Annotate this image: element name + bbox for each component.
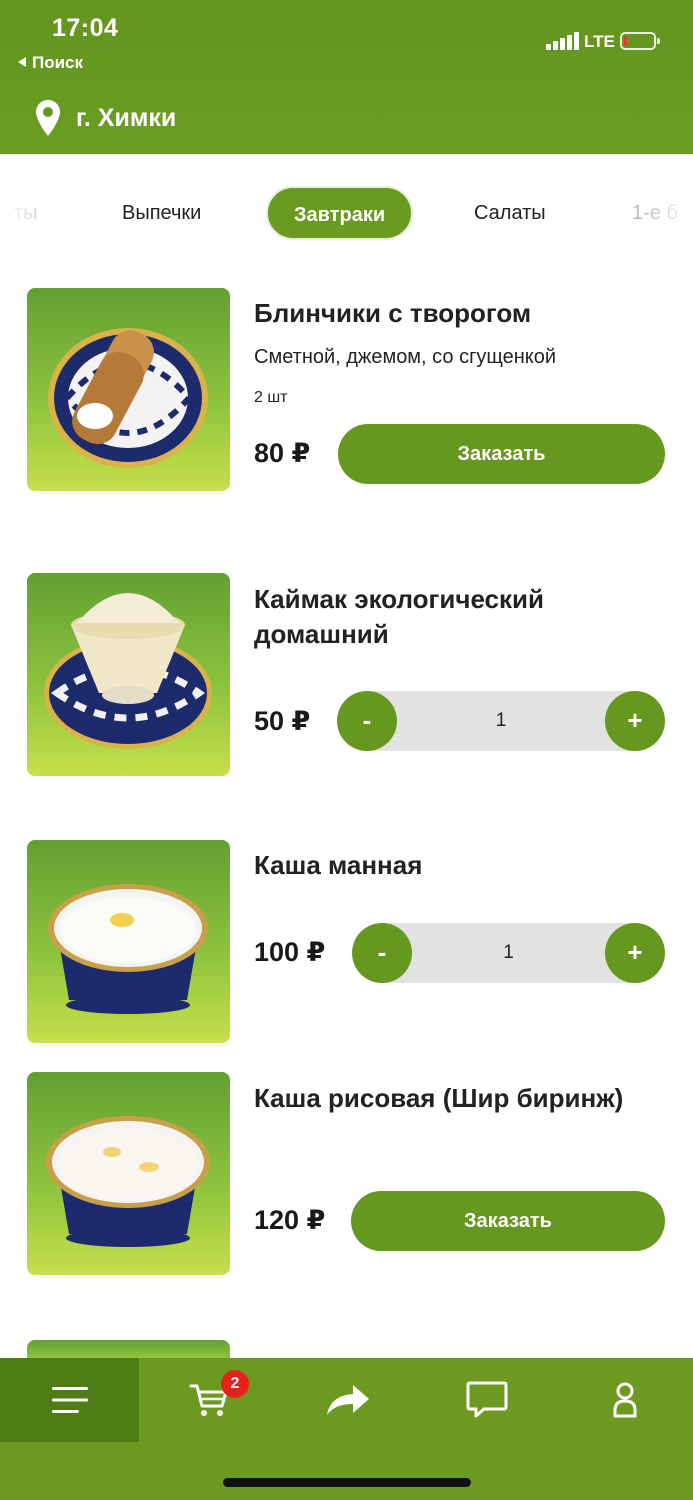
product-price: 100 ₽ xyxy=(254,937,326,967)
quantity-value: 1 xyxy=(503,942,514,963)
map-pin-icon xyxy=(36,100,60,136)
network-type: LTE xyxy=(584,32,615,51)
order-button[interactable]: Заказать xyxy=(338,424,665,484)
tab-pastries[interactable]: Выпечки xyxy=(122,186,201,240)
kaymak-bowl-image[interactable] xyxy=(27,573,230,776)
city-name: г. Химки xyxy=(76,103,177,132)
status-time: 17:04 xyxy=(52,14,119,42)
back-arrow-icon xyxy=(18,57,26,67)
product-description: Сметной, джемом, со сгущенкой xyxy=(254,346,557,368)
product-title: Каша манная xyxy=(254,850,423,880)
quantity-value: 1 xyxy=(495,710,507,731)
product-quantity-note: 2 шт xyxy=(254,389,288,406)
product-price: 50 ₽ xyxy=(254,706,311,736)
profile-icon xyxy=(613,1382,636,1418)
decrease-quantity-button[interactable]: - xyxy=(352,923,412,983)
decrease-quantity-button[interactable]: - xyxy=(337,691,397,751)
nav-cart[interactable]: 2 xyxy=(139,1358,278,1442)
back-label: Поиск xyxy=(32,53,84,72)
nav-share[interactable] xyxy=(278,1358,417,1442)
nav-profile[interactable] xyxy=(556,1358,693,1442)
share-icon xyxy=(326,1385,369,1415)
product-title: Блинчики с творогом xyxy=(254,298,532,328)
app-header: 17:04 Поиск LTE г. Химки xyxy=(0,0,693,154)
nav-menu[interactable] xyxy=(0,1358,139,1442)
battery-low-icon xyxy=(620,32,660,50)
home-indicator xyxy=(223,1478,471,1487)
order-button[interactable]: Заказать xyxy=(351,1191,665,1251)
tabs-fade-left xyxy=(0,186,60,240)
tab-breakfasts[interactable]: Завтраки xyxy=(266,186,414,240)
product-price: 120 ₽ xyxy=(254,1205,326,1235)
tabs-fade-right xyxy=(643,186,693,240)
quantity-stepper: - 1 + xyxy=(352,923,665,983)
increase-quantity-button[interactable]: + xyxy=(605,923,665,983)
semolina-bowl-image[interactable] xyxy=(27,840,230,1043)
signal-bars-icon xyxy=(546,32,580,50)
product-title: Каймак экологический домашний xyxy=(254,584,544,649)
city-selector[interactable]: г. Химки xyxy=(36,100,176,136)
back-to-search-link[interactable]: Поиск xyxy=(18,53,83,73)
pancakes-plate-image[interactable] xyxy=(27,288,230,491)
quantity-stepper: - 1 + xyxy=(337,691,665,751)
product-price: 80 ₽ xyxy=(254,438,311,468)
increase-quantity-button[interactable]: + xyxy=(605,691,665,751)
nav-chat[interactable] xyxy=(417,1358,556,1442)
rice-porridge-bowl-image[interactable] xyxy=(27,1072,230,1275)
chat-icon xyxy=(466,1381,507,1418)
tab-salads[interactable]: Салаты xyxy=(474,186,546,240)
menu-icon xyxy=(51,1387,88,1413)
cart-count-badge: 2 xyxy=(221,1370,249,1398)
product-title: Каша рисовая (Шир биринж) xyxy=(254,1083,624,1113)
